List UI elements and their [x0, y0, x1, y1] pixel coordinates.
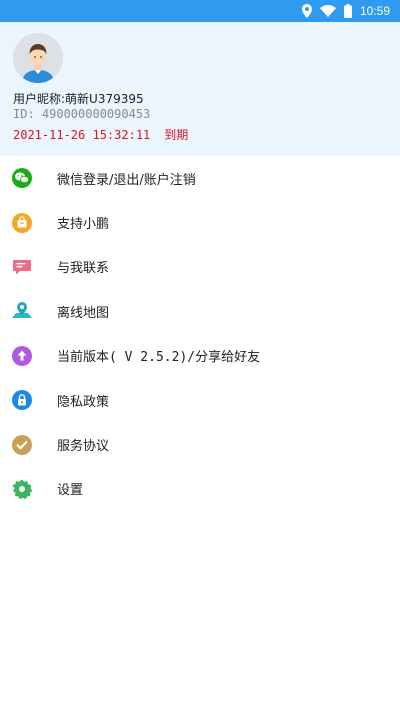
nickname-label: 用户昵称: — [13, 92, 66, 106]
menu-label: 支持小鹏 — [57, 217, 110, 233]
avatar[interactable] — [13, 33, 63, 83]
check-circle-icon — [12, 434, 32, 455]
menu-label: 微信登录/退出/账户注销 — [57, 172, 196, 188]
menu-item-wechat-login[interactable]: 微信登录/退出/账户注销 — [0, 156, 400, 200]
menu-item-settings[interactable]: 设置 — [0, 467, 400, 511]
menu-list: 微信登录/退出/账户注销 支持小鹏 与我联系 离线地图 当前版本(V 2.5.… — [0, 156, 400, 511]
avatar-icon — [13, 33, 63, 83]
battery-icon — [343, 4, 352, 18]
message-icon — [13, 259, 31, 275]
menu-label: 设置 — [57, 483, 84, 499]
expire-status: 到期 — [164, 128, 189, 142]
menu-item-version-share[interactable]: 当前版本( V 2.5.2)/分享给好友 — [0, 334, 400, 378]
gift-bag-icon — [12, 212, 32, 233]
expire-row: 2021-11-26 15:32:11 到期 — [13, 126, 188, 143]
menu-label: 隐私政策 — [57, 394, 110, 410]
menu-label: 当前版本( V 2.5.2)/分享给好友 — [57, 350, 261, 366]
menu-label: 与我联系 — [57, 261, 110, 277]
user-id: ID: 490000000090453 — [13, 107, 151, 121]
menu-label: 服务协议 — [57, 439, 110, 455]
menu-item-offline-map[interactable]: 离线地图 — [0, 289, 400, 333]
menu-label: 离线地图 — [57, 305, 110, 321]
status-icons: 10:59 — [301, 2, 390, 20]
expire-date: 2021-11-26 15:32:11 — [13, 128, 151, 142]
upgrade-arrow-icon — [12, 345, 32, 366]
nickname-value: 萌新U379395 — [65, 92, 144, 106]
status-bar: 10:59 — [0, 0, 400, 22]
status-time: 10:59 — [359, 4, 390, 18]
wifi-icon — [319, 5, 336, 17]
gear-icon — [12, 479, 32, 499]
location-icon — [301, 4, 312, 18]
wechat-icon — [12, 168, 32, 189]
nickname-row: 用户昵称:萌新U379395 — [13, 90, 144, 107]
lock-icon — [12, 390, 32, 411]
menu-item-contact[interactable]: 与我联系 — [0, 245, 400, 289]
menu-item-privacy-policy[interactable]: 隐私政策 — [0, 378, 400, 422]
map-location-icon — [12, 302, 32, 319]
menu-item-support[interactable]: 支持小鹏 — [0, 200, 400, 244]
profile-header: 用户昵称:萌新U379395 ID: 490000000090453 2021-… — [0, 22, 400, 156]
menu-item-service-agreement[interactable]: 服务协议 — [0, 422, 400, 466]
